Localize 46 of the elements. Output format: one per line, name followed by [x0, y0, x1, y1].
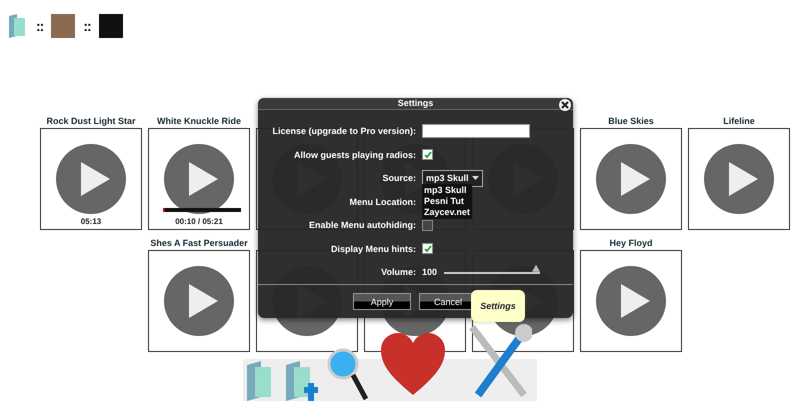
- field-label: Menu Location:: [348, 196, 417, 207]
- separator: ::: [36, 18, 44, 34]
- dialog-button[interactable]: Apply: [353, 293, 411, 310]
- track-title: Shes A Fast Persuader: [150, 237, 248, 250]
- source-select[interactable]: mp3 Skull: [422, 170, 483, 187]
- track-tile[interactable]: 00:10 / 05:21: [148, 128, 250, 230]
- track-tile[interactable]: 05:13: [40, 128, 142, 230]
- field-label: Display Menu hints:: [330, 244, 417, 254]
- slider-thumb[interactable]: [532, 264, 540, 272]
- checkbox[interactable]: [422, 220, 433, 231]
- license-input[interactable]: [422, 124, 530, 138]
- track-title: Hey Floyd: [609, 237, 652, 250]
- heart-icon[interactable]: [381, 333, 445, 397]
- field-label: Allow guests playing radios:: [292, 150, 417, 160]
- tooltip: Settings: [471, 290, 525, 322]
- album-thumbnail[interactable]: [98, 14, 123, 38]
- track-tile[interactable]: [580, 128, 682, 230]
- dialog-title: Settings: [398, 98, 434, 108]
- play-icon[interactable]: [164, 144, 234, 214]
- checkbox[interactable]: [422, 243, 433, 254]
- volume-reading: 100: [422, 267, 438, 278]
- folder-add-icon[interactable]: [284, 361, 318, 401]
- magnifier-icon[interactable]: [326, 347, 368, 401]
- track-tile[interactable]: [580, 250, 682, 352]
- track-tile[interactable]: [148, 250, 250, 352]
- dropdown-option[interactable]: Zaycev.net: [424, 206, 470, 218]
- track-title: Rock Dust Light Star: [46, 115, 136, 128]
- track-tile[interactable]: [688, 128, 790, 230]
- field-label: License (upgrade to Pro version):: [271, 126, 417, 136]
- close-button[interactable]: [559, 99, 571, 111]
- caret-icon: [472, 176, 479, 180]
- track-time: 05:13: [80, 217, 102, 226]
- track-time: 00:10 / 05:21: [175, 217, 223, 226]
- dropdown-option[interactable]: Pesni Tut: [424, 196, 470, 206]
- field-label: Enable Menu autohiding:: [308, 220, 417, 230]
- field-label: Volume:: [380, 267, 417, 278]
- track-title: White Knuckle Ride: [156, 115, 241, 128]
- progress-track[interactable]: [163, 208, 241, 212]
- dropdown-option[interactable]: mp3 Skull: [424, 184, 470, 196]
- folder-icon[interactable]: [8, 14, 28, 38]
- album-thumbnail[interactable]: [51, 14, 76, 38]
- separator: ::: [83, 18, 91, 34]
- field-label: Source:: [381, 173, 417, 184]
- track-title: Lifeline: [723, 115, 755, 128]
- checkbox[interactable]: [422, 149, 433, 160]
- track-title: Blue Skies: [608, 115, 654, 128]
